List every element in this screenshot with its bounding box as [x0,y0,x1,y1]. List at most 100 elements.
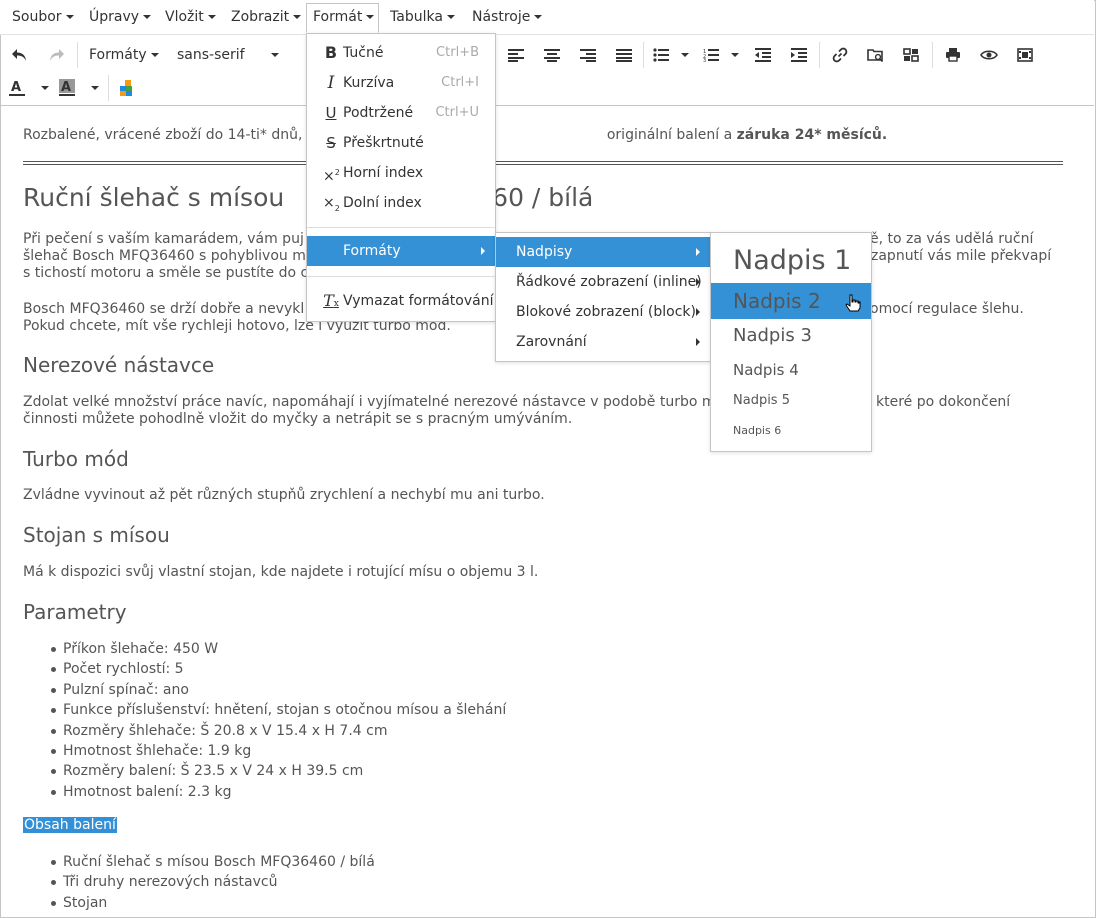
shortcut: Ctrl+I [441,75,479,90]
menu-label: Vložit [165,9,204,25]
paragraph-line: Při pečení s vaším kamarádem, vám puj [23,231,304,247]
toolbar-separator [108,75,109,101]
menu-item-heading-6[interactable]: Nadpis 6 [711,416,871,446]
headings-submenu: Nadpis 1 Nadpis 2 Nadpis 3 Nadpis 4 Nadp… [710,232,872,452]
menu-vlozit[interactable]: Vložit [159,4,222,30]
menu-upravy[interactable]: Úpravy [83,4,157,30]
text-color-icon: A [9,80,49,96]
paragraph-line: Zdolat velké množství práce navíc, napom… [23,394,716,410]
heading-stojan: Stojan s mísou [23,523,170,547]
title-text-2: 60 / bílá [492,183,594,212]
menu-soubor[interactable]: Soubor [6,4,80,30]
shortcut: Ctrl+B [436,45,479,60]
intro-text: Rozbalené, vrácené zboží do 14-ti* dnů, [23,127,307,143]
align-justify-button[interactable] [610,41,638,69]
menu-item-heading-2[interactable]: Nadpis 2 [711,283,871,319]
menu-item-nadpisy[interactable]: Nadpisy [496,237,710,267]
list-item: Tři druhy nerezových nástavců [51,872,375,892]
redo-icon [50,49,64,61]
menu-format[interactable]: Formát [306,3,379,33]
menu-item-heading-1[interactable]: Nadpis 1 [711,239,871,283]
list-item: Příkon šlehače: 450 W [50,639,506,659]
indent-button[interactable] [785,41,813,69]
caret-down-icon [150,53,159,57]
link-button[interactable] [826,41,854,69]
menu-item-formats[interactable]: Formáty [307,236,495,266]
print-button[interactable] [939,41,967,69]
image-search-icon [867,49,884,63]
menu-item-label: Nadpis 6 [733,424,782,437]
image-button[interactable] [862,41,890,69]
numbered-list-button[interactable]: 123 [700,41,742,69]
caret-down-icon [366,15,375,19]
menu-item-inline[interactable]: Řádkové zobrazení (inline) [496,267,710,297]
video-button[interactable] [1011,41,1039,69]
outdent-icon [755,48,771,62]
list-item: Hmotnost balení: 2.3 kg [50,782,506,802]
intro-text-2: originální balení a [606,127,737,143]
list-item: Rozměry šhlehače: Š 20.8 x V 15.4 x H 7.… [50,721,506,741]
menu-item-strikethrough[interactable]: S Přeškrtnuté [307,128,495,158]
menu-item-block[interactable]: Blokové zobrazení (block) [496,297,710,327]
menu-item-label: Řádkové zobrazení (inline) [516,274,702,290]
menu-item-label: Blokové zobrazení (block) [516,304,696,320]
paragraph-line: Zvládne vyvinout až pět různých stupňů z… [23,487,545,503]
menubar: Soubor Úpravy Vložit Zobrazit Formát Tab… [0,0,1094,34]
menu-item-subscript[interactable]: ×2 Dolní index [307,188,495,218]
align-right-icon [580,49,596,62]
menu-item-heading-4[interactable]: Nadpis 4 [711,353,871,387]
template-button[interactable] [114,74,142,102]
svg-text:A: A [11,80,21,95]
strikethrough-icon: S [326,134,336,152]
menu-nastroje[interactable]: Nástroje [466,4,548,30]
undo-icon [12,49,26,61]
menu-item-label: Horní index [343,165,424,181]
align-right-button[interactable] [574,41,602,69]
font-family-label: sans-serif [177,47,245,63]
menu-item-superscript[interactable]: ×2 Horní index [307,158,495,188]
film-icon [1017,48,1033,62]
align-justify-icon [616,49,632,62]
media-button[interactable] [897,41,925,69]
font-family-dropdown[interactable]: sans-serif [177,41,283,69]
package-contents-list: Ruční šlehač s mísou Bosch MFQ36460 / bí… [23,852,375,913]
menu-item-bold[interactable]: B Tučné Ctrl+B [307,38,495,68]
bold-icon: B [324,43,338,62]
menu-item-underline[interactable]: U Podtržené Ctrl+U [307,98,495,128]
toolbar-separator [77,42,78,68]
menu-item-label: Kurzíva [343,75,395,91]
menu-item-heading-5[interactable]: Nadpis 5 [711,386,871,416]
obsah-paragraph: Obsah balení [23,817,117,834]
outdent-button[interactable] [749,41,777,69]
align-center-button[interactable] [538,41,566,69]
paragraph-line: Má k dispozici svůj vlastní stojan, kde … [23,564,539,580]
toolbar-separator [819,42,820,68]
background-color-icon: A [59,79,99,96]
menu-item-heading-3[interactable]: Nadpis 3 [711,319,871,353]
menu-item-zarovnani[interactable]: Zarovnání [496,327,710,357]
selected-text[interactable]: Obsah balení [23,817,117,833]
align-left-icon [508,49,524,62]
preview-button[interactable] [975,41,1003,69]
indent-icon [791,48,807,62]
caret-down-icon [293,15,302,19]
menu-zobrazit[interactable]: Zobrazit [225,4,307,30]
align-left-button[interactable] [502,41,530,69]
menu-item-clear-formatting[interactable]: Tx Vymazat formátování [307,286,495,316]
heading-parametry: Parametry [23,600,127,624]
bullet-list-button[interactable] [650,41,692,69]
menu-item-label: Formáty [343,243,401,259]
undo-button[interactable] [6,41,34,69]
menu-tabulka[interactable]: Tabulka [384,4,461,30]
title-text: Ruční šlehač s mísou [23,183,293,212]
menu-item-italic[interactable]: I Kurzíva Ctrl+I [307,68,495,98]
underline-icon: U [325,104,337,122]
menu-label: Tabulka [390,9,443,25]
list-item: Pulzní spínač: ano [50,680,506,700]
text-color-button[interactable]: A [8,74,54,102]
background-color-button[interactable]: A [58,74,104,102]
menu-separator [307,276,495,277]
hand-cursor-icon [845,294,861,312]
redo-button[interactable] [42,41,70,69]
formats-dropdown[interactable]: Formáty [89,41,159,69]
